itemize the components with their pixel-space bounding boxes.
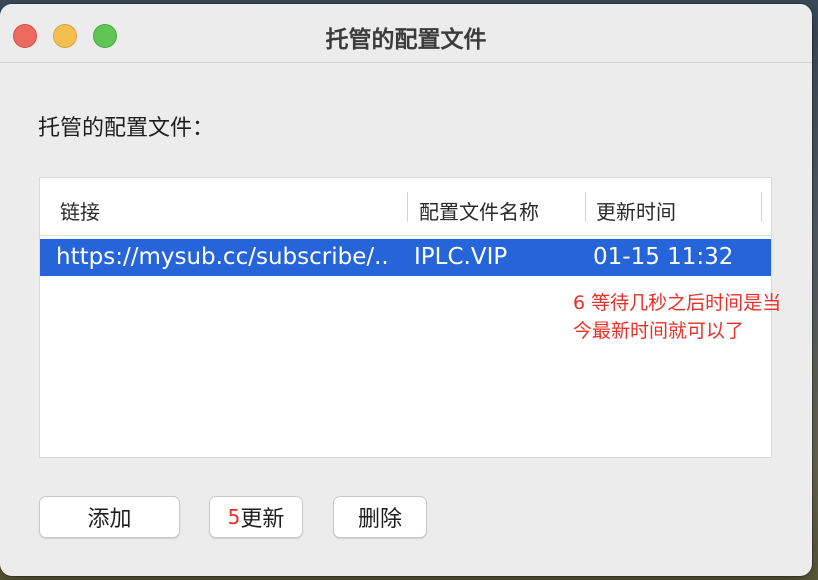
table-header: 链接 配置文件名称 更新时间 bbox=[40, 178, 771, 236]
row-updated-cell: 01-15 11:32 bbox=[593, 244, 734, 270]
annotation-line-2: 今最新时间就可以了 bbox=[573, 320, 745, 342]
update-button-label: 更新 bbox=[240, 507, 285, 532]
table-row-selected[interactable]: https://mysub.cc/subscribe/.. IPLC.VIP 0… bbox=[40, 239, 771, 276]
update-button[interactable]: 5 更新 bbox=[209, 496, 303, 538]
step-number-annotation: 5 bbox=[227, 505, 241, 529]
row-link-cell: https://mysub.cc/subscribe/.. bbox=[56, 244, 389, 270]
delete-button[interactable]: 删除 bbox=[333, 496, 427, 538]
column-separator[interactable] bbox=[407, 192, 408, 222]
add-button[interactable]: 添加 bbox=[39, 496, 180, 538]
column-header-updated[interactable]: 更新时间 bbox=[596, 196, 676, 225]
managed-config-window: 托管的配置文件 托管的配置文件： 链接 配置文件名称 更新时间 https://… bbox=[0, 4, 812, 576]
column-header-name[interactable]: 配置文件名称 bbox=[419, 196, 539, 225]
column-separator[interactable] bbox=[585, 192, 586, 222]
column-separator[interactable] bbox=[761, 192, 762, 222]
title-bar: 托管的配置文件 bbox=[0, 4, 812, 63]
section-label: 托管的配置文件： bbox=[38, 116, 215, 141]
annotation-line-1: 6 等待几秒之后时间是当 bbox=[573, 292, 782, 314]
window-title: 托管的配置文件 bbox=[325, 27, 487, 53]
row-name-cell: IPLC.VIP bbox=[414, 244, 508, 270]
column-header-link[interactable]: 链接 bbox=[60, 196, 100, 225]
instruction-annotation: 6 等待几秒之后时间是当 今最新时间就可以了 bbox=[573, 289, 781, 345]
